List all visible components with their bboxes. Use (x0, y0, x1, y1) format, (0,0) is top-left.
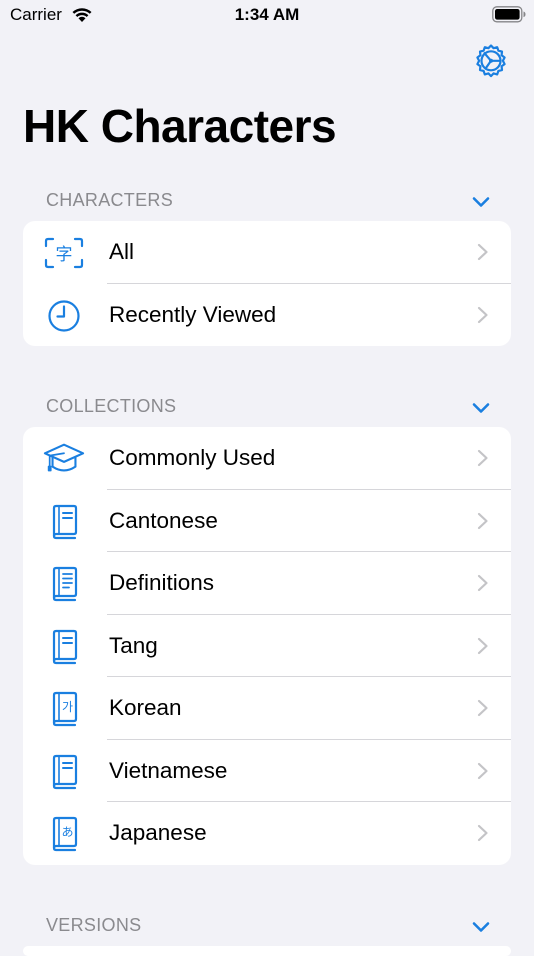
row-label: Vietnamese (109, 757, 228, 783)
chevron-right-icon (477, 306, 488, 323)
chevron-right-icon (477, 637, 488, 654)
chevron-down-icon[interactable] (471, 398, 491, 418)
chevron-right-icon (477, 449, 488, 467)
collections-group: Commonly Used Cantonese Definitions Tang… (23, 427, 511, 865)
row-label: Definitions (109, 570, 215, 595)
section-header-characters[interactable]: CHARACTERS (0, 186, 534, 216)
list-item-japanese[interactable]: あ Japanese (23, 802, 511, 865)
chevron-down-icon[interactable] (471, 917, 491, 937)
book-korean-icon: 가 (43, 691, 85, 727)
battery-icon (492, 6, 526, 23)
book-icon (43, 504, 85, 540)
svg-text:字: 字 (56, 245, 73, 265)
section-header-label: VERSIONS (46, 915, 142, 935)
settings-button[interactable] (472, 42, 510, 80)
characters-group: 字 All Recently Viewed (23, 221, 511, 346)
chevron-right-icon (477, 512, 488, 529)
section-header-label: COLLECTIONS (46, 396, 177, 416)
clock-icon (43, 298, 85, 334)
book-japanese-icon: あ (43, 816, 85, 852)
row-label: Commonly Used (109, 445, 276, 470)
list-item-definitions[interactable]: Definitions (23, 552, 511, 615)
versions-group (23, 946, 511, 956)
row-label: Recently Viewed (109, 301, 277, 327)
list-item-cantonese[interactable]: Cantonese (23, 490, 511, 552)
book-icon (43, 629, 85, 665)
section-header-collections[interactable]: COLLECTIONS (0, 392, 534, 422)
row-label: Tang (109, 632, 158, 658)
graduation-cap-icon (43, 441, 85, 477)
section-header-versions[interactable]: VERSIONS (0, 911, 534, 941)
book-pages-icon (43, 566, 85, 602)
character-viewfinder-icon: 字 (43, 235, 85, 271)
row-label: Cantonese (109, 507, 218, 533)
chevron-right-icon (477, 762, 488, 779)
book-icon (43, 754, 85, 790)
chevron-right-icon (477, 574, 488, 592)
list-item-recently-viewed[interactable]: Recently Viewed (23, 284, 511, 347)
list-item-tang[interactable]: Tang (23, 615, 511, 677)
chevron-right-icon (477, 699, 488, 717)
status-bar: Carrier 1:34 AM (0, 0, 534, 30)
section-header-label: CHARACTERS (46, 190, 174, 210)
list-item-korean[interactable]: 가 Korean (23, 677, 511, 740)
row-label: Korean (109, 695, 182, 720)
svg-text:가: 가 (62, 700, 73, 714)
list-item-commonly-used[interactable]: Commonly Used (23, 427, 511, 490)
svg-text:あ: あ (61, 825, 73, 839)
list-item-vietnamese[interactable]: Vietnamese (23, 740, 511, 802)
page-title: HK Characters (23, 100, 337, 152)
row-label: All (109, 239, 135, 264)
gear-icon (476, 44, 506, 78)
list-item-all[interactable]: 字 All (23, 221, 511, 284)
chevron-down-icon[interactable] (471, 192, 491, 212)
chevron-right-icon (477, 243, 488, 261)
chevron-right-icon (477, 824, 488, 842)
row-label: Japanese (109, 820, 207, 845)
status-time: 1:34 AM (234, 5, 300, 24)
